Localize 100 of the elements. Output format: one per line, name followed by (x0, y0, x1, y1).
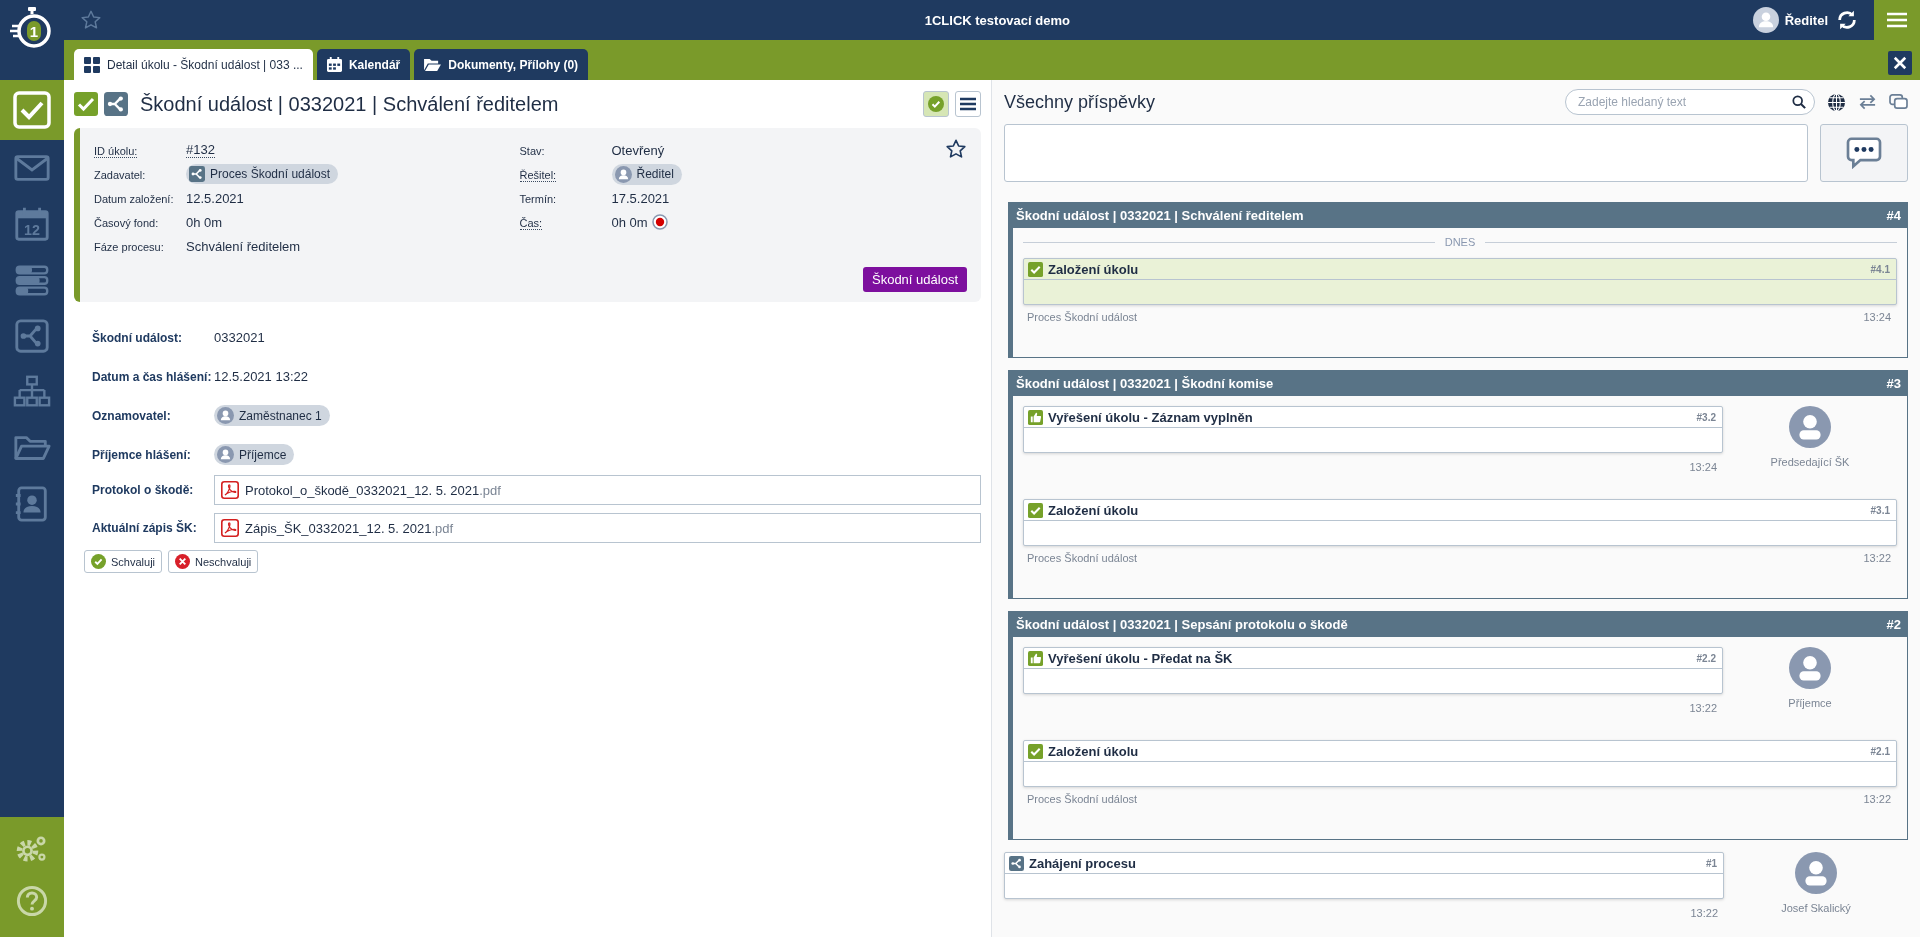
menu-button[interactable] (955, 91, 981, 117)
user-avatar-icon (217, 407, 234, 424)
thread-title: Škodní událost | 0332021 | Schválení ředitelem (1016, 208, 1304, 223)
close-icon (1893, 56, 1907, 70)
field-label: ID úkolu: (94, 145, 138, 158)
field-value: Otevřený (611, 142, 665, 158)
check-icon (1028, 502, 1043, 518)
tab[interactable]: Detail úkolu - Škodní událost | 033 ... (74, 49, 313, 80)
user-menu[interactable]: Ředitel (1752, 7, 1828, 33)
chat-bubbles-icon[interactable] (1889, 93, 1908, 111)
menu-icon (1887, 12, 1907, 28)
post-title: Založení úkolu (1048, 502, 1140, 518)
category-button[interactable]: Škodní událost (863, 267, 967, 292)
user-avatar-icon (1789, 647, 1831, 689)
grid-icon (84, 56, 100, 73)
field-label: Časový fond: (94, 217, 159, 230)
task-title: Škodní událost | 0332021 | Schválení ředitelem (140, 92, 560, 116)
send-message-button[interactable] (1820, 124, 1908, 182)
thread-title: Škodní událost | 0332021 | Sepsání protokolu o škodě (1016, 617, 1348, 632)
field-label: Datum založení: (94, 193, 174, 206)
author-name: Příjemce (1788, 697, 1832, 709)
thumbs-up-icon (1028, 409, 1043, 425)
complete-button[interactable] (923, 91, 949, 117)
post-number: #3.1 (1870, 504, 1890, 516)
post-source: Proces Škodní událost (1027, 793, 1138, 805)
field-value: 0h 0m (611, 214, 648, 230)
post-time: 13:22 (1690, 907, 1718, 919)
search-icon[interactable] (1792, 95, 1806, 109)
check-circle-icon (91, 554, 106, 569)
field-label: Aktuální zápis ŠK: (92, 521, 198, 535)
record-icon[interactable] (651, 214, 668, 230)
post-number: #2.2 (1696, 652, 1716, 664)
process-icon (189, 166, 205, 182)
refresh-icon[interactable] (1836, 9, 1858, 31)
author-name: Předsedající ŠK (1770, 456, 1850, 468)
post-title: Založení úkolu (1048, 261, 1140, 277)
field-label: Oznamovatel: (92, 408, 172, 423)
done-check-icon[interactable] (74, 92, 98, 116)
process-icon (13, 317, 51, 355)
message-field[interactable] (1004, 124, 1808, 182)
reject-button[interactable]: Neschvaluji (168, 550, 259, 573)
favorite-star-icon[interactable] (80, 9, 102, 31)
field-label: Datum a čas hlášení: (92, 369, 213, 384)
help-icon (15, 884, 49, 918)
person-chip[interactable]: Příjemce (214, 444, 295, 465)
sidebar-item[interactable] (0, 80, 64, 140)
post-title: Vyřešení úkolu - Záznam vyplněn (1048, 409, 1254, 425)
post-time: 13:22 (1863, 793, 1891, 805)
globe-icon[interactable] (1827, 92, 1846, 112)
pdf-icon (221, 519, 239, 537)
tab[interactable]: Kalendář (316, 49, 411, 80)
process-icon (104, 92, 128, 116)
app-title: 1CLICK testovací demo (923, 12, 1071, 28)
post-source: Proces Škodní událost (1027, 311, 1138, 323)
folder-icon (424, 57, 442, 72)
post-time: 13:22 (1689, 702, 1717, 714)
search-field[interactable]: Zadejte hledaný text (1565, 89, 1815, 115)
file-field[interactable]: Zápis_ŠK_0332021_12. 5. 2021.pdf (214, 513, 981, 543)
process-chip[interactable]: Proces Škodní událost (186, 164, 339, 184)
process-icon (1009, 855, 1024, 871)
thread-number: #3 (1886, 376, 1901, 391)
thread-title: Škodní událost | 0332021 | Škodní komise (1016, 376, 1274, 391)
field-value: 12.5.2021 13:22 (214, 369, 308, 384)
cross-circle-icon (175, 554, 191, 569)
field-label: Termín: (519, 193, 557, 206)
user-avatar-icon (1795, 852, 1837, 894)
speech-bubble-icon (1846, 137, 1882, 169)
post-time: 13:22 (1863, 552, 1891, 564)
field-value: 0332021 (214, 330, 265, 345)
person-chip[interactable]: Ředitel (611, 163, 682, 185)
author-name: Josef Skalický (1781, 902, 1851, 914)
tab[interactable]: Dokumenty, Přílohy (0) (414, 49, 589, 80)
post-title: Zahájení procesu (1029, 855, 1137, 871)
person-chip[interactable]: Zaměstnanec 1 (214, 405, 330, 426)
thumbs-up-icon (1028, 650, 1043, 666)
post-number: #4.1 (1870, 263, 1890, 275)
post-number: #3.2 (1696, 411, 1716, 423)
favorite-star-icon[interactable] (945, 138, 967, 160)
swap-arrows-icon[interactable] (1858, 94, 1877, 110)
check-icon (1028, 261, 1043, 277)
field-label: Protokol o škodě: (92, 483, 195, 497)
field-label: Škodní událost: (92, 330, 183, 345)
user-avatar-icon (1789, 406, 1831, 448)
post-source: Proces Škodní událost (1027, 552, 1138, 564)
user-avatar-icon (614, 165, 632, 183)
check-circle-icon (928, 96, 944, 112)
post-time: 13:24 (1863, 311, 1891, 323)
field-label: Čas: (519, 217, 543, 230)
post-title: Založení úkolu (1048, 743, 1140, 759)
file-field[interactable]: Protokol_o_škodě_0332021_12. 5. 2021.pdf (214, 475, 981, 505)
close-button[interactable] (1888, 51, 1912, 75)
field-label: Stav: (519, 145, 545, 158)
post-time: 13:24 (1689, 461, 1717, 473)
pdf-icon (221, 481, 239, 499)
field-label: Příjemce hlášení: (92, 447, 192, 462)
approve-button[interactable]: Schvaluji (84, 550, 163, 573)
field-value: #132 (186, 142, 215, 158)
menu-icon (960, 97, 976, 111)
field-value: 0h 0m (186, 214, 223, 230)
thread-number: #2 (1886, 617, 1901, 632)
